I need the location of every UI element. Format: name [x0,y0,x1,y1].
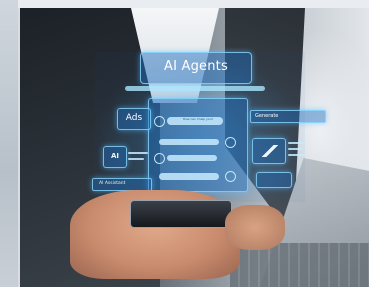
bot-avatar-icon [154,116,165,127]
typing-indicator [159,173,219,180]
deco-line-3 [288,142,306,144]
ai-chip-icon: AI [103,146,127,168]
user-avatar-icon [225,137,236,148]
ai-agents-title-panel: AI Agents [140,52,252,84]
chat-panel [148,98,248,192]
ads-label: Ads [125,113,143,123]
generate-panel: Generate [250,110,326,123]
left-border-photo [0,0,18,287]
user-avatar-icon-2 [225,171,236,182]
image-generate-panel [252,138,286,164]
deco-line [128,152,148,154]
top-border [0,0,369,8]
bot-avatar-icon-2 [154,153,165,164]
ai-assistant-label: AI Assistant [99,181,126,186]
deco-line-4 [288,148,302,150]
mountain-image-icon [259,145,279,157]
title-underline-bar [125,86,265,91]
chat-prompt-text: How can I help you? [182,117,214,121]
ai-chip-label: AI [110,152,120,160]
ads-panel: Ads [117,108,151,130]
smartphone [130,200,232,228]
right-hand [225,205,285,250]
chat-bubble-reply-2 [167,155,217,161]
deco-line-2 [128,158,144,160]
deco-line-5 [288,154,306,156]
small-media-panel [256,172,292,188]
ai-agents-title: AI Agents [164,59,228,74]
photo-frame: AI Agents How can I help you? Ads AI AI … [0,0,369,287]
generate-label: Generate [255,112,279,119]
chat-bubble-reply [159,139,219,145]
